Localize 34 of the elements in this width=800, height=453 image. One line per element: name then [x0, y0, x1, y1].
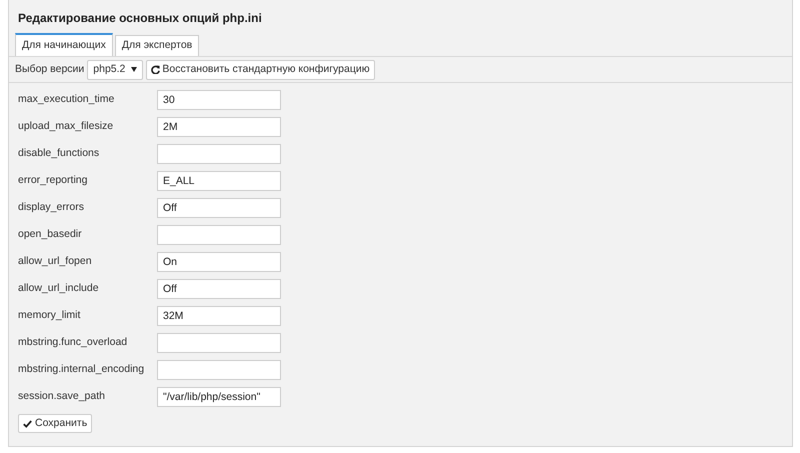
- option-input[interactable]: [157, 360, 281, 380]
- option-input[interactable]: On: [157, 252, 281, 272]
- checkmark-icon: [23, 420, 32, 428]
- tab[interactable]: Для экспертов: [114, 35, 200, 56]
- option-label: open_basedir: [18, 227, 83, 242]
- option-label: allow_url_include: [18, 281, 100, 296]
- version-label: Выбор версии: [15, 62, 84, 77]
- option-label: memory_limit: [18, 308, 82, 324]
- option-input[interactable]: E_ALL: [157, 171, 281, 191]
- restore-button[interactable]: Восстановить стандартную конфигурацию: [146, 60, 375, 80]
- option-input[interactable]: 2M: [157, 117, 281, 137]
- option-label: mbstring.internal_encoding: [18, 362, 146, 378]
- save-button[interactable]: Сохранить: [18, 414, 92, 433]
- option-label: mbstring.func_overload: [18, 335, 128, 350]
- option-label: error_reporting: [18, 173, 88, 188]
- option-input[interactable]: "/var/lib/php/session": [157, 387, 281, 407]
- option-label: display_errors: [18, 200, 85, 216]
- option-input[interactable]: Off: [157, 198, 281, 218]
- option-label: max_execution_time: [18, 92, 116, 108]
- dropdown-arrow-icon: [131, 67, 138, 72]
- option-input[interactable]: 32M: [157, 306, 281, 326]
- option-label: allow_url_fopen: [18, 254, 93, 270]
- option-input[interactable]: [157, 333, 281, 353]
- option-input[interactable]: [157, 144, 281, 164]
- option-label: disable_functions: [18, 146, 100, 162]
- option-input[interactable]: 30: [157, 90, 281, 110]
- panel-title: Редактирование основных опций php.ini: [17, 10, 263, 27]
- option-label: session.save_path: [18, 389, 106, 404]
- refresh-icon: [151, 65, 160, 74]
- tab[interactable]: Для начинающих: [15, 33, 113, 56]
- option-label: upload_max_filesize: [18, 119, 114, 134]
- version-select[interactable]: php5.2: [87, 60, 144, 80]
- option-input[interactable]: Off: [157, 279, 281, 299]
- option-input[interactable]: [157, 225, 281, 245]
